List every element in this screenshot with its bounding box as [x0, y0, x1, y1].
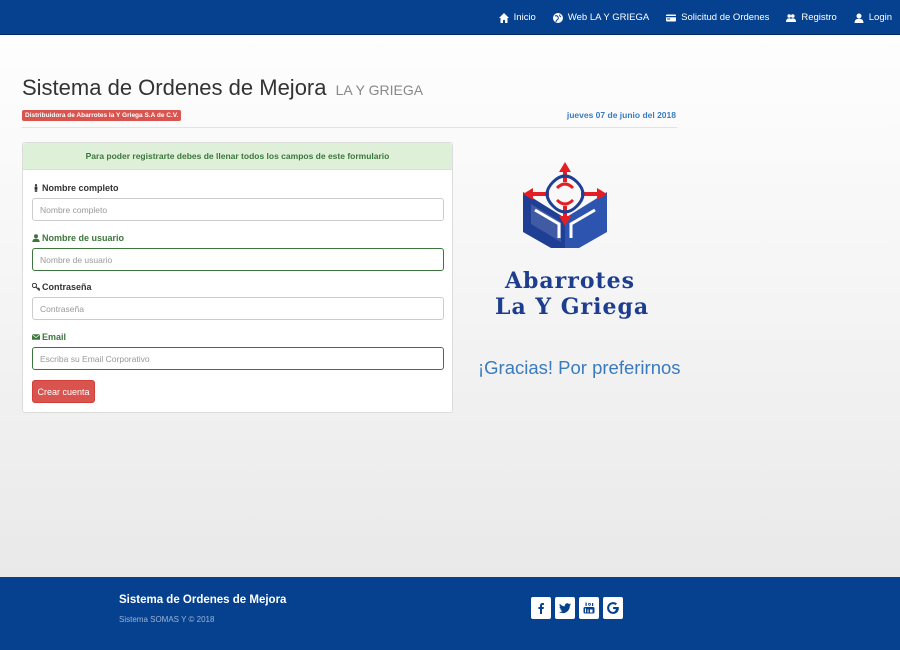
nav-item-label: Inicio	[513, 12, 536, 23]
header-divider	[22, 127, 677, 128]
nav-menu: Inicio Web LA Y GRIEGA Solicitud de Orde…	[482, 0, 892, 35]
person-icon	[34, 184, 38, 192]
fullname-label: Nombre completo	[32, 183, 119, 193]
panel-heading: Para poder registrarte debes de llenar t…	[23, 143, 452, 170]
page-title-text: Sistema de Ordenes de Mejora	[22, 75, 327, 100]
home-icon	[498, 12, 509, 23]
youtube-button[interactable]	[579, 597, 599, 619]
social-links	[531, 597, 627, 619]
users-icon	[786, 13, 797, 22]
company-badge: Distribuidora de Abarrotes la Y Griega S…	[22, 110, 182, 121]
key-icon	[32, 283, 40, 291]
footer-copyright: Sistema SOMAS Y © 2018	[119, 615, 215, 624]
fullname-label-text: Nombre completo	[42, 183, 119, 193]
thanks-message: ¡Gracias! Por preferirnos	[478, 357, 681, 378]
globe-icon	[552, 12, 563, 23]
facebook-button[interactable]	[531, 597, 551, 619]
page-title: Sistema de Ordenes de Mejora LA Y GRIEGA	[22, 75, 423, 101]
youtube-icon	[583, 602, 595, 614]
google-button[interactable]	[603, 597, 623, 619]
current-date: jueves 07 de junio del 2018	[566, 110, 676, 120]
username-input[interactable]	[32, 248, 444, 271]
user-icon	[32, 234, 40, 242]
nav-item-label: Web LA Y GRIEGA	[567, 12, 650, 23]
email-label: Email	[32, 332, 66, 342]
nav-item-inicio[interactable]: Inicio	[498, 12, 536, 23]
page-subtitle: LA Y GRIEGA	[335, 82, 424, 98]
username-label-text: Nombre de usuario	[42, 233, 125, 243]
email-input[interactable]	[32, 347, 444, 370]
nav-item-web[interactable]: Web LA Y GRIEGA	[552, 12, 650, 23]
google-icon	[607, 602, 619, 614]
password-input[interactable]	[32, 297, 444, 320]
email-label-text: Email	[42, 332, 67, 342]
envelope-icon	[32, 334, 40, 340]
username-label: Nombre de usuario	[32, 233, 124, 243]
top-navbar: Inicio Web LA Y GRIEGA Solicitud de Orde…	[0, 0, 900, 35]
logo-line1: Abarrotes	[504, 268, 636, 294]
card-icon	[666, 14, 677, 21]
company-logo: Abarrotes La Y Griega	[495, 160, 650, 330]
nav-item-label: Solicitud de Ordenes	[681, 12, 770, 23]
facebook-icon	[538, 603, 544, 614]
footer-title: Sistema de Ordenes de Mejora	[119, 594, 287, 606]
logo-emblem-icon	[523, 162, 607, 256]
create-account-button[interactable]: Crear cuenta	[32, 380, 95, 403]
nav-item-login[interactable]: Login	[854, 12, 892, 23]
fullname-input[interactable]	[32, 198, 444, 221]
nav-item-label: Login	[868, 12, 892, 23]
user-icon	[854, 13, 864, 23]
password-label: Contraseña	[32, 282, 92, 292]
footer: Sistema de Ordenes de Mejora Sistema SOM…	[0, 577, 900, 650]
nav-item-registro[interactable]: Registro	[786, 12, 837, 23]
twitter-button[interactable]	[555, 597, 575, 619]
logo-line2: La Y Griega	[495, 294, 650, 320]
nav-item-solicitud[interactable]: Solicitud de Ordenes	[666, 12, 769, 23]
password-label-text: Contraseña	[42, 282, 92, 292]
registration-panel: Para poder registrarte debes de llenar t…	[22, 142, 453, 413]
nav-item-label: Registro	[801, 12, 837, 23]
twitter-icon	[559, 603, 571, 614]
